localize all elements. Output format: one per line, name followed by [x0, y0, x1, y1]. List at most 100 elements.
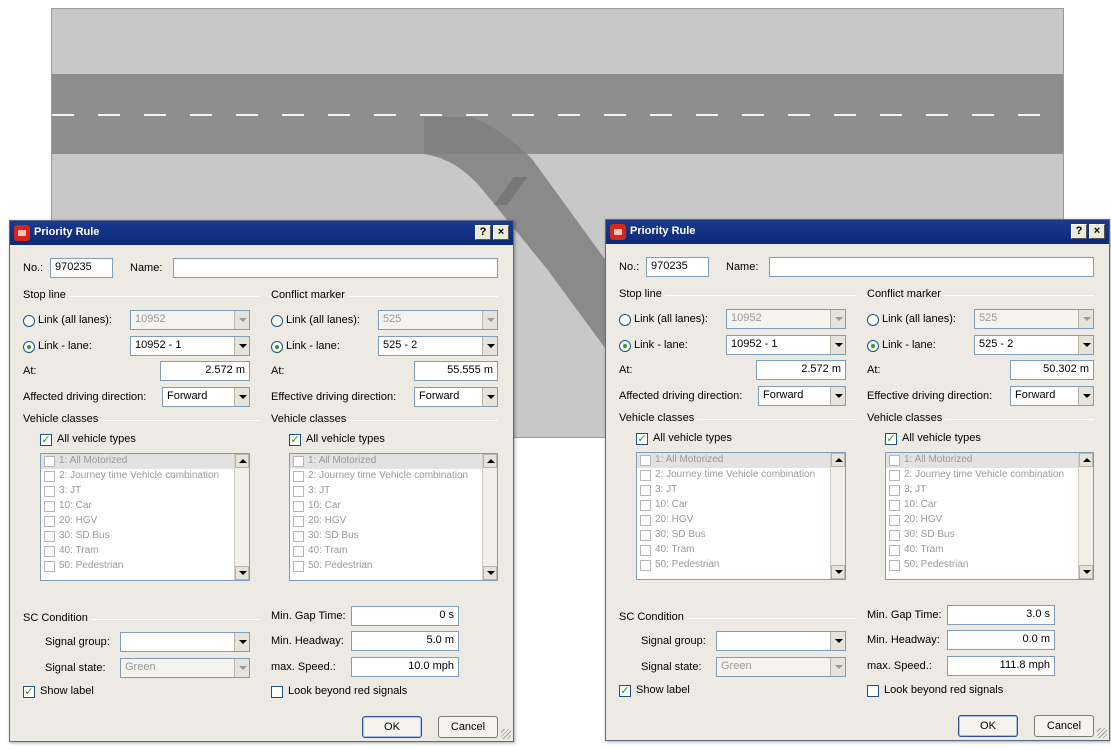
list-item-checkbox[interactable] — [640, 455, 651, 466]
list-item-checkbox[interactable] — [293, 471, 304, 482]
stop-line-at-field[interactable]: 2.572 m — [160, 361, 250, 381]
list-item[interactable]: 30: SD Bus — [41, 529, 249, 544]
affected-direction-combo[interactable]: Forward — [758, 386, 846, 406]
stop-line-link-all-radio[interactable] — [619, 314, 631, 326]
show-label-checkbox[interactable]: ✓ — [619, 685, 631, 697]
list-item[interactable]: 10: Car — [886, 498, 1093, 513]
signal-group-combo[interactable] — [716, 631, 846, 651]
conflict-link-lane-combo[interactable]: 525 - 2 — [378, 336, 498, 356]
list-item-checkbox[interactable] — [293, 501, 304, 512]
title-bar[interactable]: Priority Rule ? × — [606, 220, 1109, 244]
min-gap-time-field[interactable]: 0 s — [351, 606, 459, 626]
list-item[interactable]: 20: HGV — [886, 513, 1093, 528]
list-item[interactable]: 10: Car — [637, 498, 845, 513]
list-item[interactable]: 20: HGV — [637, 513, 845, 528]
title-bar[interactable]: Priority Rule ? × — [10, 221, 513, 245]
list-item[interactable]: 1: All Motorized — [41, 454, 249, 469]
min-headway-field[interactable]: 0.0 m — [947, 630, 1055, 650]
close-button[interactable]: × — [493, 225, 509, 240]
vehicle-classes-right-list[interactable]: 1: All Motorized 2: Journey time Vehicle… — [289, 453, 498, 581]
scroll-up-icon[interactable] — [1079, 453, 1093, 467]
list-item-checkbox[interactable] — [889, 515, 900, 526]
scroll-down-icon[interactable] — [1079, 565, 1093, 579]
list-item[interactable]: 30: SD Bus — [290, 529, 497, 544]
stop-line-at-field[interactable]: 2.572 m — [756, 360, 846, 380]
list-item[interactable]: 3: JT — [637, 483, 845, 498]
list-item-checkbox[interactable] — [44, 501, 55, 512]
ok-button[interactable]: OK — [958, 715, 1018, 737]
conflict-link-all-radio[interactable] — [271, 315, 283, 327]
resize-grip-icon[interactable] — [501, 729, 511, 739]
scroll-down-icon[interactable] — [831, 565, 845, 579]
list-item-checkbox[interactable] — [640, 485, 651, 496]
all-vehicle-types-left-checkbox[interactable]: ✓ — [40, 434, 52, 446]
cancel-button[interactable]: Cancel — [1034, 715, 1094, 737]
conflict-link-lane-radio[interactable] — [271, 341, 283, 353]
list-item[interactable]: 2: Journey time Vehicle combination — [886, 468, 1093, 483]
list-item[interactable]: 3: JT — [290, 484, 497, 499]
list-item[interactable]: 30: SD Bus — [637, 528, 845, 543]
list-item[interactable]: 2: Journey time Vehicle combination — [290, 469, 497, 484]
scroll-up-icon[interactable] — [831, 453, 845, 467]
list-item-checkbox[interactable] — [293, 456, 304, 467]
list-item[interactable]: 10: Car — [41, 499, 249, 514]
vehicle-classes-right-list[interactable]: 1: All Motorized 2: Journey time Vehicle… — [885, 452, 1094, 580]
list-item-checkbox[interactable] — [640, 470, 651, 481]
list-item-checkbox[interactable] — [889, 545, 900, 556]
conflict-link-lane-combo[interactable]: 525 - 2 — [974, 335, 1094, 355]
list-item-checkbox[interactable] — [293, 486, 304, 497]
list-item-checkbox[interactable] — [44, 471, 55, 482]
list-item-checkbox[interactable] — [293, 546, 304, 557]
list-item-checkbox[interactable] — [640, 530, 651, 541]
effective-direction-combo[interactable]: Forward — [414, 387, 498, 407]
list-item[interactable]: 30: SD Bus — [886, 528, 1093, 543]
list-item[interactable]: 50: Pedestrian — [637, 558, 845, 573]
effective-direction-combo[interactable]: Forward — [1010, 386, 1094, 406]
list-item-checkbox[interactable] — [640, 500, 651, 511]
list-item-checkbox[interactable] — [889, 470, 900, 481]
min-gap-time-field[interactable]: 3.0 s — [947, 605, 1055, 625]
list-item[interactable]: 50: Pedestrian — [41, 559, 249, 574]
list-scrollbar[interactable] — [830, 453, 845, 579]
list-item[interactable]: 10: Car — [290, 499, 497, 514]
ok-button[interactable]: OK — [362, 716, 422, 738]
scroll-down-icon[interactable] — [235, 566, 249, 580]
list-item-checkbox[interactable] — [889, 530, 900, 541]
max-speed-field[interactable]: 111.8 mph — [947, 656, 1055, 676]
list-item-checkbox[interactable] — [44, 516, 55, 527]
list-item[interactable]: 50: Pedestrian — [290, 559, 497, 574]
conflict-at-field[interactable]: 55.555 m — [414, 361, 498, 381]
conflict-at-field[interactable]: 50.302 m — [1010, 360, 1094, 380]
vehicle-classes-left-list[interactable]: 1: All Motorized 2: Journey time Vehicle… — [40, 453, 250, 581]
scroll-up-icon[interactable] — [235, 454, 249, 468]
list-item[interactable]: 2: Journey time Vehicle combination — [637, 468, 845, 483]
stop-line-link-all-radio[interactable] — [23, 315, 35, 327]
list-item[interactable]: 40: Tram — [886, 543, 1093, 558]
list-item-checkbox[interactable] — [44, 531, 55, 542]
vehicle-classes-left-list[interactable]: 1: All Motorized 2: Journey time Vehicle… — [636, 452, 846, 580]
list-item-checkbox[interactable] — [44, 561, 55, 572]
name-field[interactable] — [173, 258, 498, 278]
list-item[interactable]: 2: Journey time Vehicle combination — [41, 469, 249, 484]
conflict-link-all-radio[interactable] — [867, 314, 879, 326]
list-item-checkbox[interactable] — [640, 545, 651, 556]
conflict-link-lane-radio[interactable] — [867, 340, 879, 352]
affected-direction-combo[interactable]: Forward — [162, 387, 250, 407]
list-item-checkbox[interactable] — [889, 485, 900, 496]
list-item-checkbox[interactable] — [889, 560, 900, 571]
list-item[interactable]: 3: JT — [41, 484, 249, 499]
list-scrollbar[interactable] — [234, 454, 249, 580]
look-beyond-red-checkbox[interactable] — [867, 685, 879, 697]
list-item[interactable]: 3: JT — [886, 483, 1093, 498]
all-vehicle-types-left-checkbox[interactable]: ✓ — [636, 433, 648, 445]
scroll-down-icon[interactable] — [483, 566, 497, 580]
close-button[interactable]: × — [1089, 224, 1105, 239]
list-item[interactable]: 40: Tram — [637, 543, 845, 558]
list-item[interactable]: 20: HGV — [41, 514, 249, 529]
all-vehicle-types-right-checkbox[interactable]: ✓ — [885, 433, 897, 445]
stop-line-link-lane-combo[interactable]: 10952 - 1 — [726, 335, 846, 355]
list-item[interactable]: 1: All Motorized — [290, 454, 497, 469]
stop-line-link-lane-radio[interactable] — [619, 340, 631, 352]
list-scrollbar[interactable] — [482, 454, 497, 580]
signal-group-combo[interactable] — [120, 632, 250, 652]
